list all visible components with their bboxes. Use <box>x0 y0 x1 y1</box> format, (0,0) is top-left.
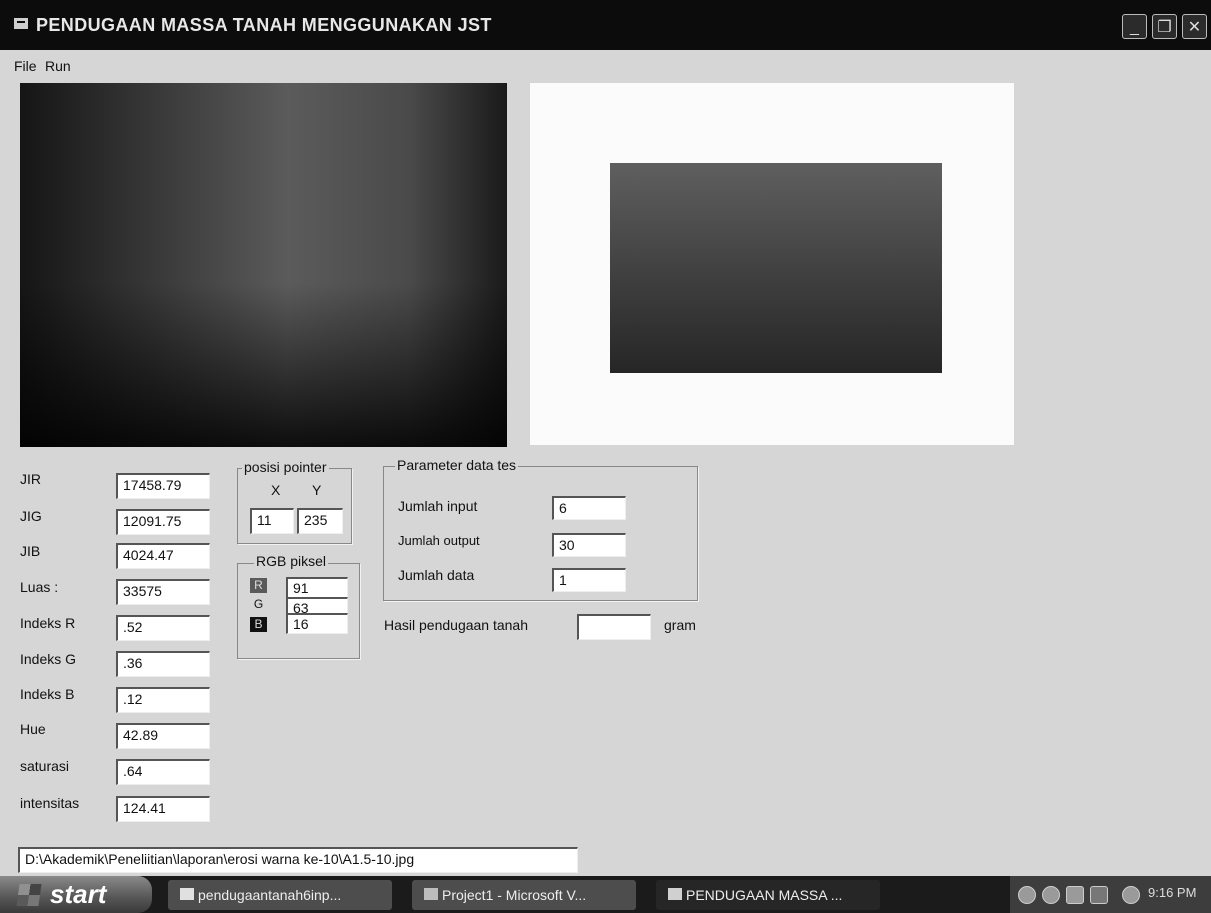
app-icon <box>14 18 28 29</box>
tray-arrow-icon[interactable] <box>1018 886 1036 904</box>
maximize-icon[interactable]: ❐ <box>1152 14 1177 39</box>
pointer-x-label: X <box>271 482 281 498</box>
field-jib[interactable]: 4024.47 <box>116 543 210 569</box>
menu-run[interactable]: Run <box>45 58 71 74</box>
clock: 9:16 PM <box>1148 885 1197 900</box>
label-indeks-g: Indeks G <box>20 651 77 667</box>
taskbar-item-folder[interactable]: pendugaantanah6inp... <box>168 880 392 910</box>
green-swatch: G <box>250 597 267 612</box>
windows-logo-icon <box>16 884 42 906</box>
blue-swatch: B <box>250 617 267 632</box>
red-swatch: R <box>250 578 267 593</box>
rgb-b-field[interactable]: 16 <box>286 613 348 634</box>
pointer-group-title: posisi pointer <box>242 459 329 475</box>
field-indeks-r[interactable]: .52 <box>116 615 210 641</box>
label-jir: JIR <box>20 471 41 487</box>
label-luas: Luas : <box>20 579 59 595</box>
pointer-y-label: Y <box>312 482 322 498</box>
label-jig: JIG <box>20 508 42 524</box>
pointer-x-field[interactable]: 11 <box>250 508 294 534</box>
label-gram-unit: gram <box>664 617 696 633</box>
label-jumlah-output: Jumlah output <box>398 533 480 548</box>
label-saturasi: saturasi <box>20 758 70 774</box>
label-jumlah-data: Jumlah data <box>398 567 475 583</box>
parameter-group-title: Parameter data tes <box>395 457 519 473</box>
taskbar-item-pendugaan[interactable]: PENDUGAAN MASSA ... <box>656 880 880 910</box>
close-icon[interactable]: ✕ <box>1182 14 1207 39</box>
field-luas[interactable]: 33575 <box>116 579 210 605</box>
start-label: start <box>50 879 107 909</box>
label-hue: Hue <box>20 721 46 737</box>
minimize-icon[interactable]: _ <box>1122 14 1147 39</box>
field-hue[interactable]: 42.89 <box>116 723 210 749</box>
rgb-group-title: RGB piksel <box>254 553 329 569</box>
folder-icon <box>180 888 194 900</box>
app-window-icon <box>668 888 682 900</box>
label-jumlah-input: Jumlah input <box>398 498 478 514</box>
field-jumlah-output[interactable]: 30 <box>552 533 626 557</box>
field-indeks-g[interactable]: .36 <box>116 651 210 677</box>
source-image-panel[interactable] <box>20 83 507 447</box>
vb-project-icon <box>424 888 438 900</box>
field-hasil-pendugaan[interactable] <box>577 614 651 640</box>
field-saturasi[interactable]: .64 <box>116 759 210 785</box>
pointer-y-field[interactable]: 235 <box>297 508 343 534</box>
label-jib: JIB <box>20 543 41 559</box>
label-hasil-pendugaan: Hasil pendugaan tanah <box>384 617 529 633</box>
label-intensitas: intensitas <box>20 795 80 811</box>
field-jir[interactable]: 17458.79 <box>116 473 210 499</box>
rgb-r-field[interactable]: 91 <box>286 577 348 598</box>
tray-network-icon[interactable] <box>1066 886 1084 904</box>
field-jumlah-input[interactable]: 6 <box>552 496 626 520</box>
field-indeks-b[interactable]: .12 <box>116 687 210 713</box>
tray-messenger-icon[interactable] <box>1122 886 1140 904</box>
field-jumlah-data[interactable]: 1 <box>552 568 626 592</box>
taskbar-item-vb-project[interactable]: Project1 - Microsoft V... <box>412 880 636 910</box>
segmented-soil-image <box>610 163 942 373</box>
tray-shield-icon[interactable] <box>1042 886 1060 904</box>
menu-file[interactable]: File <box>14 58 37 74</box>
menu-bar <box>0 56 1211 78</box>
field-intensitas[interactable]: 124.41 <box>116 796 210 822</box>
label-indeks-b: Indeks B <box>20 686 75 702</box>
window-title: PENDUGAAN MASSA TANAH MENGGUNAKAN JST <box>36 15 492 35</box>
label-indeks-r: Indeks R <box>20 615 76 631</box>
tray-volume-icon[interactable] <box>1090 886 1108 904</box>
file-path-field[interactable]: D:\Akademik\Peneliitian\laporan\erosi wa… <box>18 847 578 873</box>
field-jig[interactable]: 12091.75 <box>116 509 210 535</box>
